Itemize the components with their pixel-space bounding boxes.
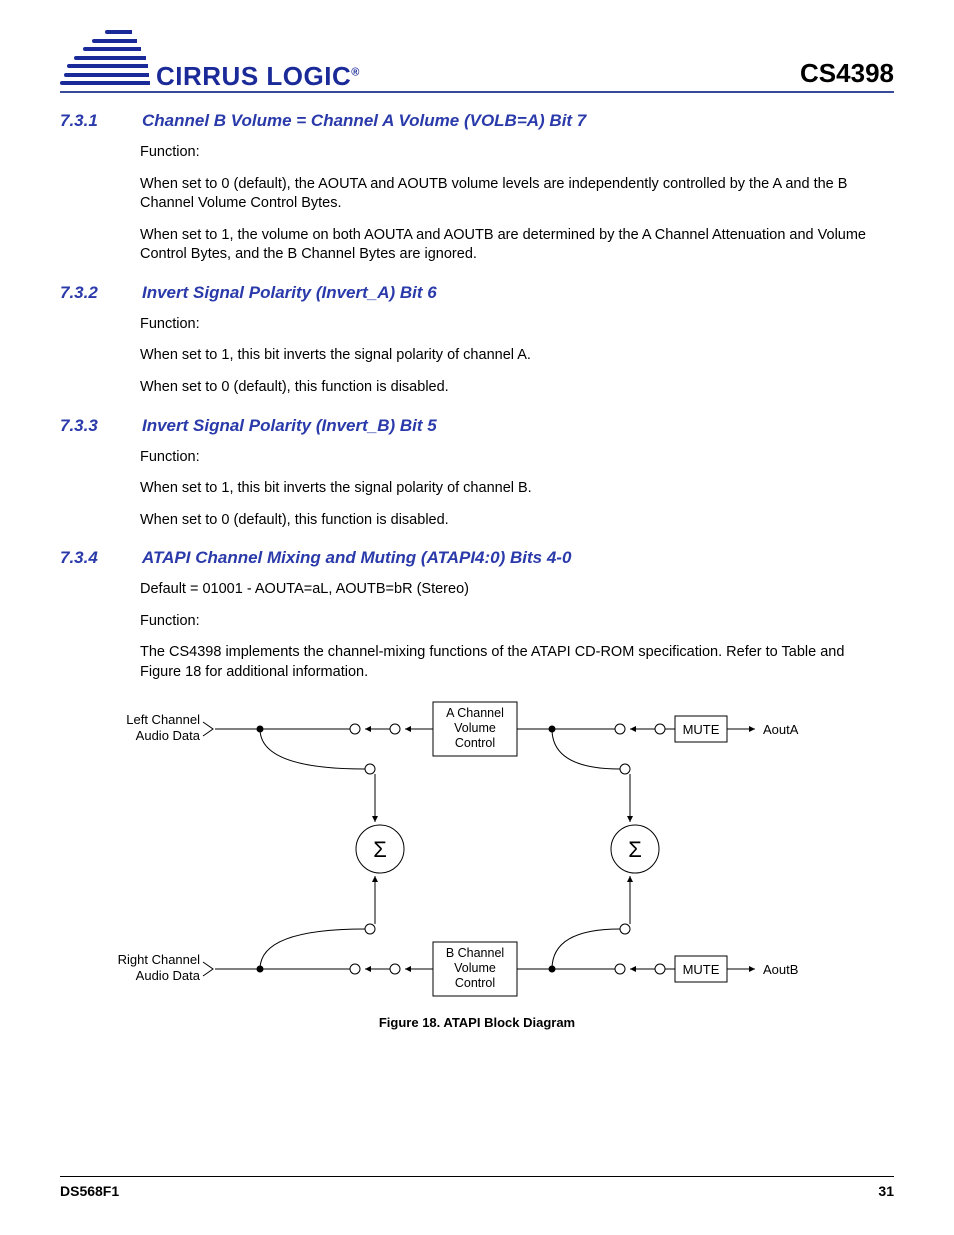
body-text: When set to 1, the volume on both AOUTA … — [140, 226, 884, 265]
switch-open-icon — [350, 964, 360, 974]
section-number: 7.3.2 — [60, 283, 116, 303]
section-7-3-3-heading: 7.3.3 Invert Signal Polarity (Invert_B) … — [60, 416, 894, 436]
page-footer: DS568F1 31 — [60, 1176, 894, 1199]
label: MUTE — [683, 722, 720, 737]
switch-open-icon — [365, 924, 375, 934]
function-label: Function: — [140, 315, 884, 335]
function-label: Function: — [140, 612, 884, 632]
body-text: When set to 0 (default), the AOUTA and A… — [140, 175, 884, 214]
switch-open-icon — [655, 964, 665, 974]
section-title: Invert Signal Polarity (Invert_B) Bit 5 — [142, 416, 437, 436]
section-number: 7.3.4 — [60, 548, 116, 568]
section-7-3-4-body: Default = 01001 - AOUTA=aL, AOUTB=bR (St… — [140, 580, 884, 682]
default-text: Default = 01001 - AOUTA=aL, AOUTB=bR (St… — [140, 580, 884, 600]
switch-open-icon — [620, 924, 630, 934]
function-label: Function: — [140, 143, 884, 163]
page-header: CIRRUS LOGIC® CS4398 — [60, 30, 894, 93]
brand-name: CIRRUS LOGIC® — [156, 61, 360, 92]
switch-open-icon — [365, 764, 375, 774]
block-diagram-svg: Left Channel Audio Data Right Channel Au… — [60, 694, 894, 1004]
label-left-channel: Left Channel — [126, 712, 200, 727]
switch-open-icon — [390, 964, 400, 974]
section-title: Channel B Volume = Channel A Volume (VOL… — [142, 111, 586, 131]
body-text: When set to 1, this bit inverts the sign… — [140, 479, 884, 499]
section-title: ATAPI Channel Mixing and Muting (ATAPI4:… — [142, 548, 571, 568]
logo-stripes-icon — [60, 30, 150, 85]
label-aoutb: AoutB — [763, 962, 798, 977]
label: Control — [455, 976, 495, 990]
switch-open-icon — [390, 724, 400, 734]
body-text: The CS4398 implements the channel-mixing… — [140, 643, 884, 682]
switch-open-icon — [350, 724, 360, 734]
switch-open-icon — [615, 964, 625, 974]
section-7-3-2-heading: 7.3.2 Invert Signal Polarity (Invert_A) … — [60, 283, 894, 303]
label: B Channel — [446, 946, 504, 960]
label: Volume — [454, 721, 496, 735]
section-7-3-2-body: Function: When set to 1, this bit invert… — [140, 315, 884, 398]
atapi-block-diagram: Left Channel Audio Data Right Channel Au… — [60, 694, 894, 1030]
sigma-label: Σ — [373, 837, 387, 862]
label-audio-data: Audio Data — [136, 968, 201, 983]
sigma-label: Σ — [628, 837, 642, 862]
page-number: 31 — [878, 1183, 894, 1199]
label-right-channel: Right Channel — [118, 952, 200, 967]
section-7-3-4-heading: 7.3.4 ATAPI Channel Mixing and Muting (A… — [60, 548, 894, 568]
label: Control — [455, 736, 495, 750]
switch-open-icon — [615, 724, 625, 734]
body-text: When set to 1, this bit inverts the sign… — [140, 346, 884, 366]
part-number: CS4398 — [800, 58, 894, 89]
switch-open-icon — [655, 724, 665, 734]
label: MUTE — [683, 962, 720, 977]
body-text: When set to 0 (default), this function i… — [140, 378, 884, 398]
brand-logo: CIRRUS LOGIC® — [60, 30, 360, 89]
label-audio-data: Audio Data — [136, 728, 201, 743]
doc-id: DS568F1 — [60, 1183, 119, 1199]
function-label: Function: — [140, 448, 884, 468]
section-number: 7.3.1 — [60, 111, 116, 131]
section-title: Invert Signal Polarity (Invert_A) Bit 6 — [142, 283, 437, 303]
section-7-3-3-body: Function: When set to 1, this bit invert… — [140, 448, 884, 531]
label: Volume — [454, 961, 496, 975]
section-7-3-1-heading: 7.3.1 Channel B Volume = Channel A Volum… — [60, 111, 894, 131]
label-aouta: AoutA — [763, 722, 799, 737]
section-number: 7.3.3 — [60, 416, 116, 436]
section-7-3-1-body: Function: When set to 0 (default), the A… — [140, 143, 884, 265]
figure-caption: Figure 18. ATAPI Block Diagram — [60, 1015, 894, 1030]
label: A Channel — [446, 706, 504, 720]
switch-open-icon — [620, 764, 630, 774]
body-text: When set to 0 (default), this function i… — [140, 511, 884, 531]
